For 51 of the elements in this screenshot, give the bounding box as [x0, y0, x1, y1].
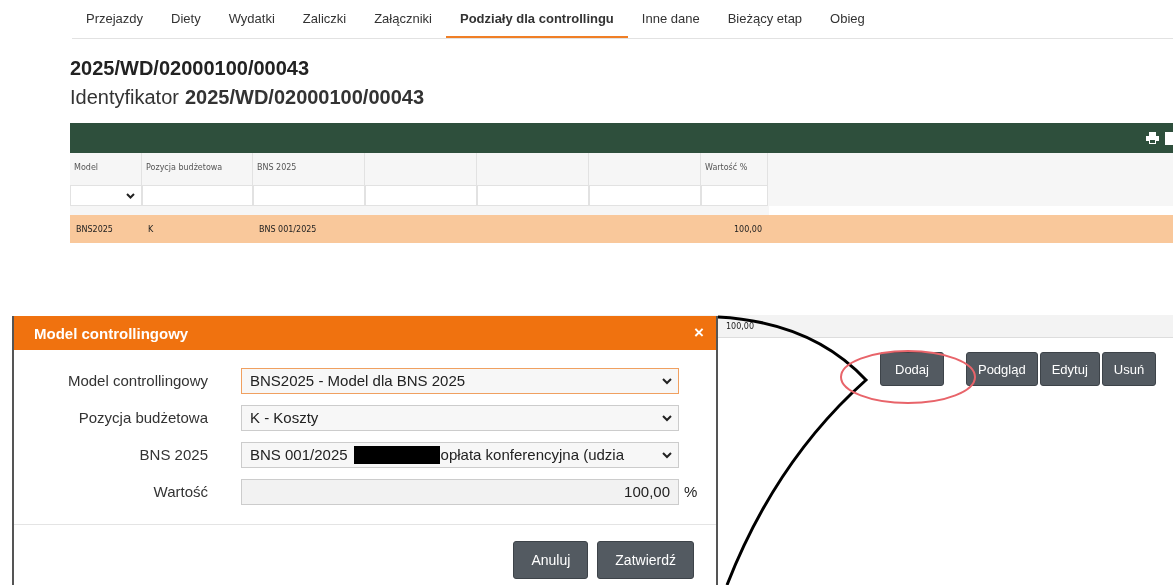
dialog-button[interactable]: Anuluj: [513, 541, 589, 579]
column-header[interactable]: Wartość %: [705, 163, 748, 172]
caret-icon: [126, 193, 135, 199]
caret-icon: [662, 451, 672, 459]
document-number: 2025/WD/02000100/00043: [70, 57, 311, 80]
action-button[interactable]: Podgląd: [965, 352, 1038, 386]
table-cell: BNS 001/2025: [259, 224, 317, 234]
field-label: Wartość: [152, 483, 208, 500]
input-field[interactable]: 100,00: [241, 478, 679, 505]
filter-field[interactable]: [253, 185, 365, 206]
identifier-label: Identyfikator: [70, 86, 179, 108]
column-header[interactable]: Pozycja budżetowa: [146, 163, 223, 172]
table-cell: K: [148, 224, 154, 234]
table-cell: 100,00: [734, 224, 762, 234]
select-field[interactable]: K - Koszty: [241, 404, 679, 431]
filter-select[interactable]: [70, 185, 142, 206]
filter-field[interactable]: [701, 185, 768, 206]
filter-field[interactable]: [142, 185, 253, 206]
table-row[interactable]: BNS2025 K BNS 001/2025 100,00: [70, 215, 1173, 243]
tab[interactable]: Załączniki: [360, 0, 446, 38]
column-header[interactable]: Model: [74, 163, 99, 172]
select-field[interactable]: BNS 001/2025 opłata konferencyjna (udzia: [241, 441, 679, 468]
dialog-title: Model controllingowy: [34, 324, 189, 342]
caret-icon: [662, 414, 672, 422]
filter-field[interactable]: [477, 185, 589, 206]
field-label: BNS 2025: [138, 446, 208, 463]
column-header[interactable]: BNS 2025: [257, 163, 297, 172]
select-field[interactable]: BNS2025 - Model dla BNS 2025: [241, 367, 679, 394]
tab[interactable]: Inne dane: [627, 0, 714, 38]
caret-icon: [662, 377, 672, 385]
tab[interactable]: Przejazdy: [72, 0, 158, 38]
identifier-value: 2025/WD/02000100/00043: [184, 86, 425, 108]
tab[interactable]: Obieg: [816, 0, 879, 38]
dialog-button[interactable]: Zatwierdź: [597, 541, 694, 579]
filter-field[interactable]: [365, 185, 477, 206]
table-cell: BNS2025: [76, 224, 113, 234]
tab[interactable]: Diety: [157, 0, 215, 38]
action-button[interactable]: Edytuj: [1039, 352, 1100, 386]
action-button[interactable]: Dodaj: [880, 352, 944, 386]
action-button[interactable]: Usuń: [1101, 352, 1157, 386]
unit-label: %: [684, 483, 698, 500]
tab[interactable]: Zaliczki: [288, 0, 361, 38]
tab[interactable]: Wydatki: [214, 0, 289, 38]
total-value: 100,00: [726, 321, 754, 331]
print-icon[interactable]: [1146, 132, 1159, 144]
filter-field[interactable]: [589, 185, 701, 206]
tab[interactable]: Podziały dla controllingu: [445, 0, 628, 38]
field-label: Pozycja budżetowa: [77, 409, 208, 426]
field-label: Model controllingowy: [66, 372, 208, 389]
tab[interactable]: Bieżący etap: [713, 0, 817, 38]
export-icon[interactable]: [1165, 131, 1173, 145]
